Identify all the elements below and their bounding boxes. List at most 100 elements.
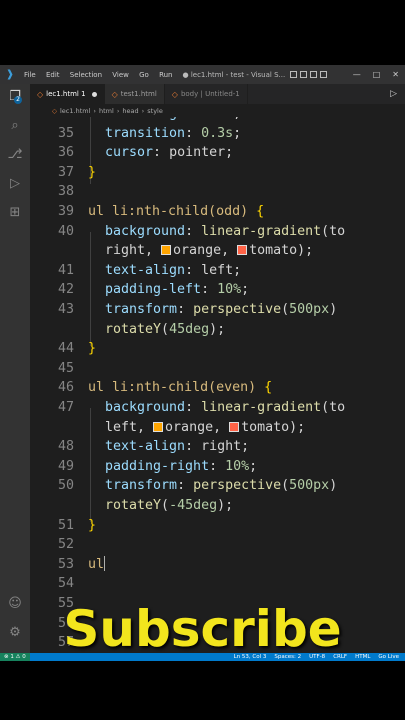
- menu-selection[interactable]: Selection: [70, 71, 102, 79]
- code-line: 44}: [30, 339, 405, 358]
- code-token: :: [153, 145, 170, 161]
- code-line: 53 ul: [30, 555, 405, 574]
- source-control-icon[interactable]: ⎇: [7, 147, 23, 163]
- code-token: 45deg: [169, 321, 210, 337]
- tab-lec1-html[interactable]: ◇ lec1.html 1: [30, 84, 105, 104]
- layout-controls: [290, 71, 328, 78]
- code-line: 47 background: linear-gradient(to: [30, 398, 405, 417]
- chevron-right-icon: ›: [93, 106, 96, 115]
- line-number: 51: [57, 517, 74, 533]
- code-token: ): [329, 302, 338, 317]
- code-text: transform: perspective(500px): [105, 476, 337, 495]
- breadcrumb-file[interactable]: lec1.html: [60, 107, 90, 115]
- code-line: 52: [30, 535, 405, 554]
- maximize-button[interactable]: □: [373, 70, 381, 79]
- code-text: ul: [88, 555, 106, 574]
- minimize-button[interactable]: —: [353, 70, 361, 79]
- search-icon[interactable]: ⌕: [7, 118, 23, 134]
- code-token: {: [256, 204, 265, 219]
- code-token: 0.3s: [201, 125, 234, 141]
- run-debug-icon[interactable]: ▷: [7, 176, 23, 192]
- code-token: left,: [105, 419, 154, 435]
- menu-edit[interactable]: Edit: [46, 71, 60, 79]
- code-token: ul: [88, 556, 105, 572]
- code-token: (: [161, 498, 170, 513]
- code-token: padding-left: [105, 282, 202, 298]
- code-token: }: [88, 341, 97, 357]
- code-line: 48 text-align: right;: [30, 437, 405, 456]
- code-token: line-height: [105, 117, 193, 121]
- code-token: }: [88, 517, 97, 533]
- line-number: 47: [57, 400, 74, 415]
- chevron-right-icon: ›: [116, 106, 120, 115]
- code-token: pointer;: [169, 145, 234, 161]
- explorer-badge: 2: [14, 96, 22, 104]
- color-swatch-icon[interactable]: [237, 245, 248, 256]
- menu-run[interactable]: Run: [159, 71, 172, 79]
- menu-view[interactable]: View: [112, 71, 129, 79]
- tab-test1-html[interactable]: ◇ test1.html: [104, 84, 165, 104]
- code-text: background: linear-gradient(to: [105, 398, 345, 417]
- color-swatch-icon[interactable]: [161, 245, 172, 256]
- code-line: 46 ul li:nth-child(even) {: [30, 378, 405, 397]
- code-token: tomato);: [249, 243, 314, 259]
- code-editor[interactable]: 34line-height: 3em;35transition: 0.3s;36…: [30, 117, 405, 653]
- unsaved-dot-icon[interactable]: [91, 91, 97, 97]
- code-text: ul li:nth-child(even) {: [88, 378, 272, 397]
- code-token: background: [105, 400, 186, 415]
- code-token: :: [185, 125, 202, 141]
- code-token: transform: [105, 478, 178, 494]
- code-line: 49 padding-right: 10%;: [30, 457, 405, 476]
- breadcrumb-html[interactable]: html: [99, 107, 114, 115]
- title-bar: ❱ File Edit Selection View Go Run ● lec1…: [0, 65, 405, 84]
- line-number: 38: [57, 184, 74, 200]
- vscode-logo-icon: ❱: [5, 69, 15, 80]
- code-token: transition: [105, 125, 186, 141]
- code-token: perspective: [193, 302, 282, 317]
- code-line: 50 transform: perspective(500px): [30, 476, 405, 495]
- breadcrumb-style[interactable]: style: [147, 107, 163, 115]
- code-token: :: [177, 478, 194, 494]
- code-token: (: [161, 321, 170, 337]
- toggle-sidebar-icon[interactable]: [290, 71, 298, 78]
- color-swatch-icon[interactable]: [153, 421, 164, 432]
- code-token: -45deg: [169, 498, 218, 513]
- close-button[interactable]: ✕: [392, 70, 399, 79]
- code-text: }: [88, 339, 96, 358]
- customize-layout-icon[interactable]: [320, 71, 328, 78]
- code-line: right, orange, tomato);: [30, 241, 405, 260]
- code-token: :: [185, 223, 202, 239]
- code-token: right,: [105, 243, 162, 259]
- code-token: 10%: [217, 282, 242, 298]
- code-text: }: [88, 163, 96, 182]
- code-token: padding-right: [105, 458, 210, 474]
- code-line: 43 transform: perspective(500px): [30, 300, 405, 319]
- code-text: }: [88, 516, 96, 535]
- code-token: 500px: [289, 302, 330, 317]
- code-token: (: [281, 478, 290, 494]
- breadcrumb-head[interactable]: head: [122, 107, 138, 115]
- tab-untitled-1[interactable]: ◇ body | Untitled-1: [164, 84, 248, 104]
- line-number: 50: [57, 478, 74, 494]
- toggle-panel-icon[interactable]: [300, 71, 308, 78]
- code-line: 42 padding-left: 10%;: [30, 280, 405, 299]
- code-line: 41 text-align: left;: [30, 261, 405, 280]
- color-swatch-icon[interactable]: [229, 421, 240, 432]
- line-number: 53: [57, 556, 74, 572]
- toggle-secondary-sidebar-icon[interactable]: [310, 71, 318, 78]
- run-preview-icon[interactable]: ▷: [382, 84, 405, 104]
- code-text: text-align: left;: [105, 261, 241, 280]
- code-token: 3em: [209, 117, 233, 121]
- code-token: tomato);: [241, 419, 306, 435]
- code-text: rotateY(-45deg);: [105, 496, 233, 515]
- line-number: 49: [57, 458, 74, 474]
- tab-label: body | Untitled-1: [180, 90, 240, 98]
- menu-file[interactable]: File: [24, 71, 36, 79]
- code-token: cursor: [105, 145, 154, 161]
- menu-go[interactable]: Go: [139, 71, 149, 79]
- line-number: 41: [57, 262, 74, 278]
- code-token: ;: [233, 125, 242, 141]
- code-token: (to: [321, 400, 346, 415]
- extensions-icon[interactable]: ⊞: [7, 205, 23, 221]
